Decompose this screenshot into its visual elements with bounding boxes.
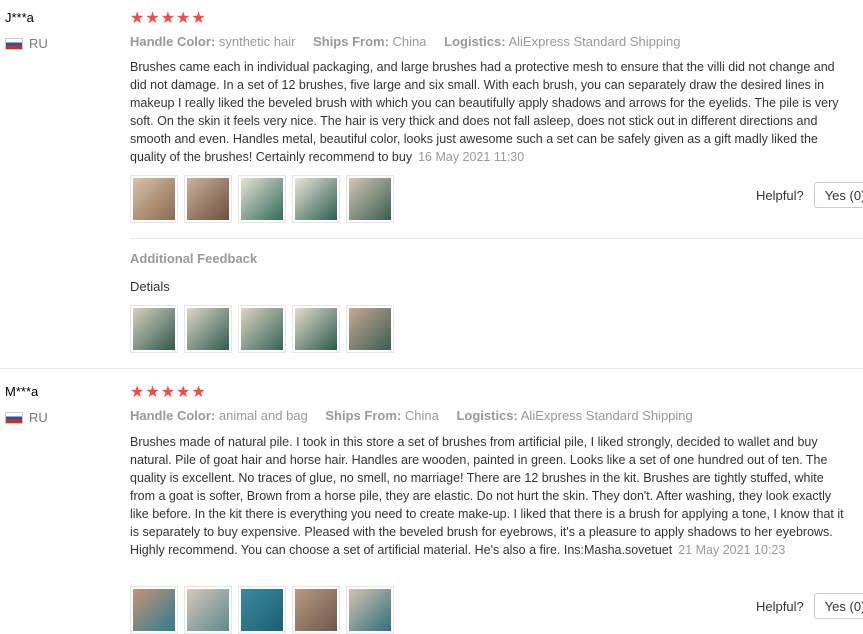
review-body: Brushes made of natural pile. I took in … [130,435,844,557]
helpful-yes-button[interactable]: Yes (0) [813,593,863,619]
helpful-label: Helpful? [756,187,804,203]
reviewer-name: J***a [5,10,34,25]
review-photo[interactable] [292,175,340,223]
logistics-value: AliExpress Standard Shipping [520,408,693,423]
logistics-label: Logistics: [444,34,506,49]
helpful-label: Helpful? [756,598,804,614]
review-photo[interactable] [130,305,178,353]
review-attributes: Handle Color: synthetic hair Ships From:… [130,34,694,49]
ships-from-value: China [404,408,439,423]
logistics-label: Logistics: [456,408,518,423]
review-separator [0,368,863,369]
country-code: RU [29,410,48,425]
review-text: Brushes made of natural pile. I took in … [130,433,850,559]
review-photo[interactable] [184,175,232,223]
star-rating: ★★★★★ [130,10,207,27]
review-photo[interactable] [292,305,340,353]
country-code: RU [29,36,48,51]
review-photos [130,175,394,223]
review-photos [130,586,394,634]
review-date: 21 May 2021 10:23 [678,543,786,557]
review-photo[interactable] [130,586,178,634]
additional-feedback-text: Detials [130,279,170,294]
handle-color-value: synthetic hair [218,34,296,49]
review-date: 16 May 2021 11:30 [418,150,525,164]
review-photo[interactable] [238,586,286,634]
reviewer-country: RU [5,410,48,425]
star-rating: ★★★★★ [130,384,207,401]
review-photo[interactable] [292,586,340,634]
review-photo[interactable] [346,305,394,353]
russia-flag-icon [5,37,23,50]
handle-color-label: Handle Color: [130,408,216,423]
additional-photos [130,305,394,353]
helpful-yes-button[interactable]: Yes (0) [813,182,863,208]
handle-color-value: animal and bag [218,408,308,423]
review-photo[interactable] [346,586,394,634]
helpful-section: Helpful? Yes (0) [756,182,863,208]
russia-flag-icon [5,411,23,424]
review-text: Brushes came each in individual packagin… [130,58,850,166]
review-photo[interactable] [184,305,232,353]
divider [130,238,863,239]
additional-feedback-title: Additional Feedback [130,251,258,266]
ships-from-label: Ships From: [313,34,389,49]
ships-from-label: Ships From: [325,408,402,423]
helpful-section: Helpful? Yes (0) [756,593,863,619]
review-photo[interactable] [184,586,232,634]
ships-from-value: China [392,34,427,49]
reviewer-name: M***a [5,384,39,399]
review-photo[interactable] [238,175,286,223]
logistics-value: AliExpress Standard Shipping [508,34,681,49]
handle-color-label: Handle Color: [130,34,216,49]
review-body: Brushes came each in individual packagin… [130,60,839,164]
review-attributes: Handle Color: animal and bag Ships From:… [130,408,707,423]
review-photo[interactable] [238,305,286,353]
reviewer-country: RU [5,36,48,51]
review-photo[interactable] [346,175,394,223]
review-photo[interactable] [130,175,178,223]
